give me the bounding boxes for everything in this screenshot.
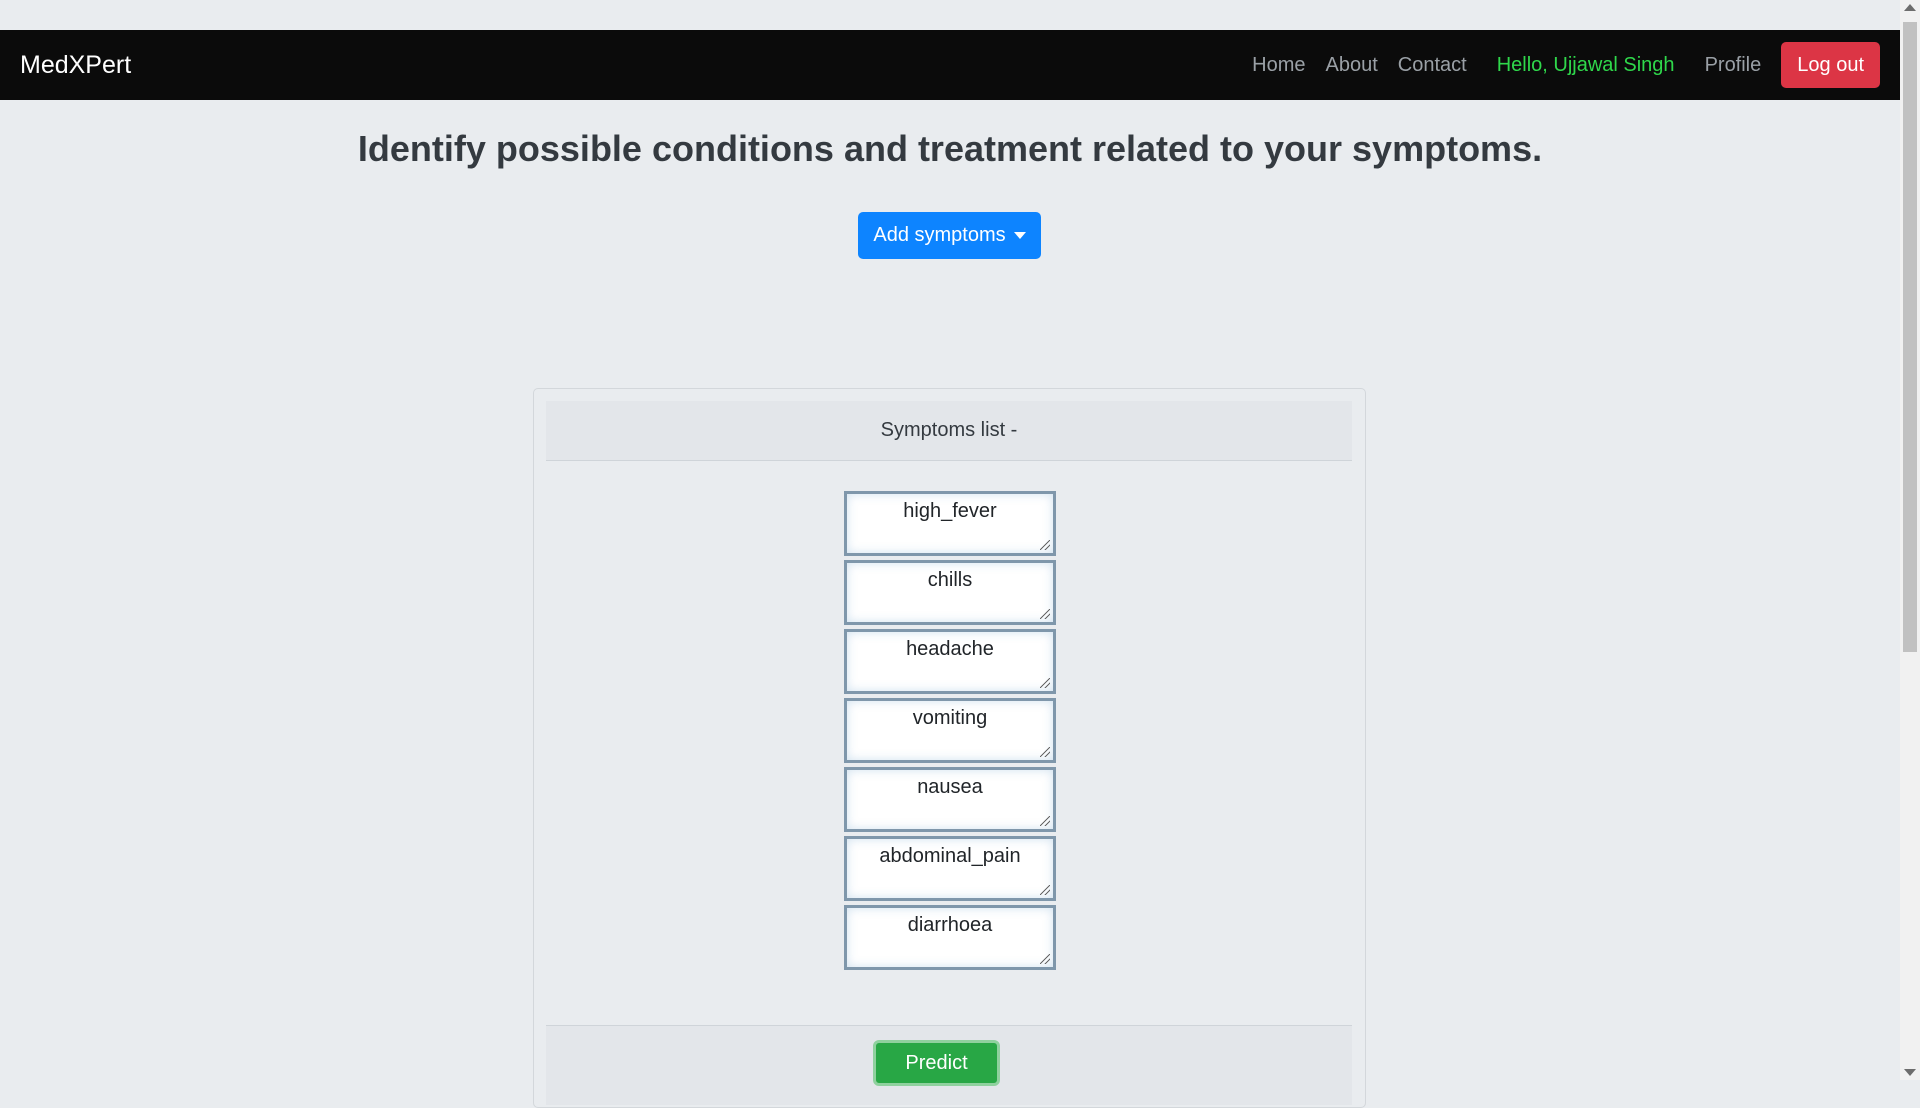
top-strip: [0, 0, 1900, 30]
nav-contact-link[interactable]: Contact: [1398, 54, 1467, 77]
scroll-thumb[interactable]: [1903, 22, 1917, 652]
nav-about-link[interactable]: About: [1325, 54, 1377, 77]
brand-link[interactable]: MedXPert: [20, 51, 131, 80]
symptom-field[interactable]: chills: [844, 560, 1056, 625]
nav-links: Home About Contact Hello, Ujjawal Singh …: [1232, 42, 1880, 88]
navbar: MedXPert Home About Contact Hello, Ujjaw…: [0, 30, 1900, 100]
symptom-field[interactable]: diarrhoea: [844, 905, 1056, 970]
symptom-text: abdominal_pain: [879, 845, 1021, 867]
symptom-field[interactable]: high_fever: [844, 491, 1056, 556]
resize-grip-icon[interactable]: [1040, 540, 1050, 550]
resize-grip-icon[interactable]: [1040, 885, 1050, 895]
symptom-text: headache: [906, 638, 994, 660]
nav-home-link[interactable]: Home: [1252, 54, 1305, 77]
scroll-down-arrow-icon[interactable]: [1904, 1069, 1916, 1076]
resize-grip-icon[interactable]: [1040, 609, 1050, 619]
caret-down-icon: [1013, 232, 1026, 239]
symptom-text: chills: [927, 569, 973, 591]
add-symptoms-label: Add symptoms: [873, 224, 1006, 246]
symptom-field[interactable]: nausea: [844, 767, 1056, 832]
symptom-field[interactable]: headache: [844, 629, 1056, 694]
resize-grip-icon[interactable]: [1040, 954, 1050, 964]
page-title: Identify possible conditions and treatme…: [357, 128, 1543, 169]
symptoms-card: Symptoms list - high_fever chills headac…: [533, 388, 1366, 1108]
symptoms-list: high_fever chills headache vomiting naus…: [844, 491, 1056, 970]
symptom-text: diarrhoea: [907, 914, 993, 936]
vertical-scrollbar[interactable]: [1900, 0, 1920, 1080]
resize-grip-icon[interactable]: [1040, 747, 1050, 757]
symptom-field[interactable]: abdominal_pain: [844, 836, 1056, 901]
predict-button[interactable]: Predict: [873, 1040, 1000, 1086]
symptom-field[interactable]: vomiting: [844, 698, 1056, 763]
add-symptoms-button[interactable]: Add symptoms: [858, 212, 1041, 259]
symptom-text: vomiting: [912, 707, 988, 729]
resize-grip-icon[interactable]: [1040, 816, 1050, 826]
resize-grip-icon[interactable]: [1040, 678, 1050, 688]
symptom-text: high_fever: [903, 500, 997, 522]
user-greeting: Hello, Ujjawal Singh: [1496, 53, 1675, 76]
logout-button[interactable]: Log out: [1781, 42, 1880, 88]
scroll-up-arrow-icon[interactable]: [1904, 4, 1916, 11]
nav-profile-link[interactable]: Profile: [1705, 54, 1762, 77]
symptom-text: nausea: [917, 776, 983, 798]
symptoms-card-header: Symptoms list -: [546, 401, 1352, 461]
